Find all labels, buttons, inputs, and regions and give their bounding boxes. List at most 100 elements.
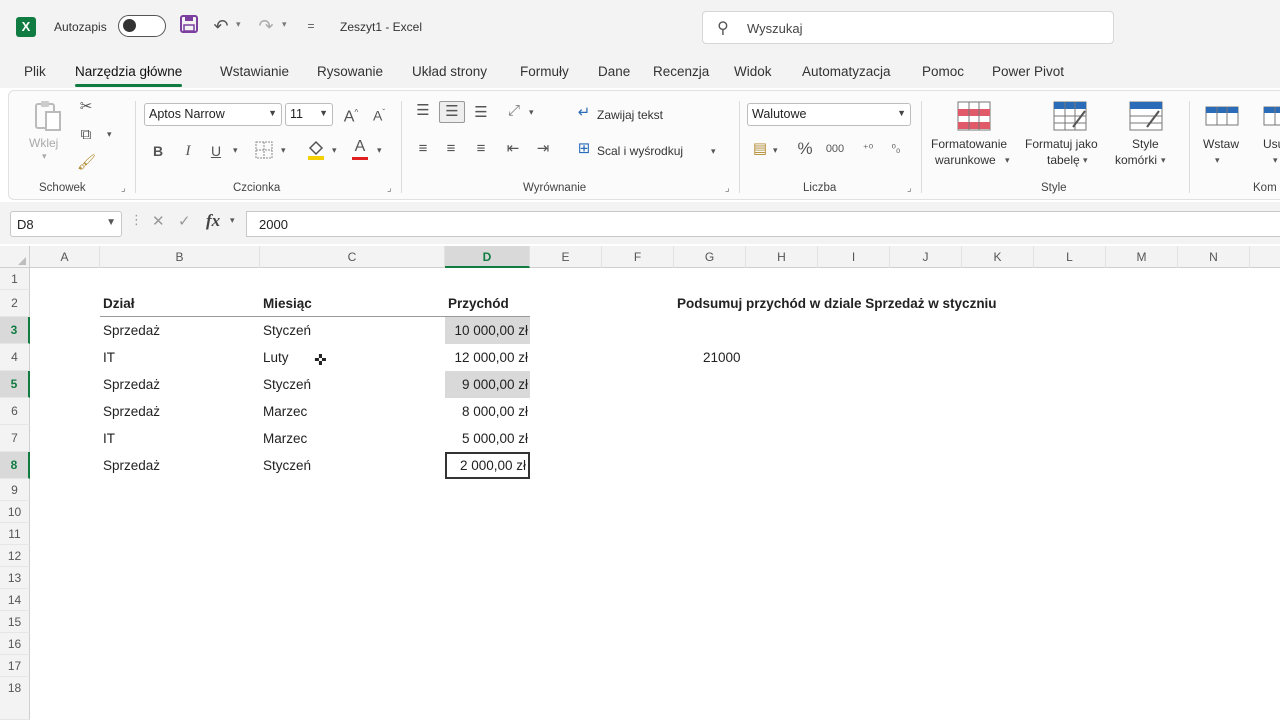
format-as-table-label-2[interactable]: tabelę bbox=[1047, 153, 1080, 167]
row-header-12[interactable]: 12 bbox=[0, 545, 30, 567]
tab-power-pivot[interactable]: Power Pivot bbox=[992, 64, 1064, 79]
format-as-table-icon[interactable] bbox=[1053, 101, 1087, 131]
tab-help[interactable]: Pomoc bbox=[922, 64, 964, 79]
merge-center-icon[interactable]: ⊞ bbox=[575, 139, 593, 161]
increase-indent-icon[interactable]: ⇥ bbox=[533, 139, 553, 161]
font-color-icon[interactable]: A bbox=[349, 137, 371, 160]
font-launcher-icon[interactable]: ⌟ bbox=[387, 183, 392, 194]
row-header-13[interactable]: 13 bbox=[0, 567, 30, 589]
wrap-text-icon[interactable]: ↵ bbox=[575, 103, 593, 125]
autosave-toggle[interactable] bbox=[118, 15, 166, 37]
accounting-format-icon[interactable]: ▤ bbox=[749, 139, 771, 161]
increase-decimal-icon[interactable]: ⁺⁰ bbox=[857, 139, 879, 161]
row-header-9[interactable]: 9 bbox=[0, 479, 30, 501]
cell-b5[interactable]: Sprzedaż bbox=[103, 371, 160, 398]
wrap-text-button[interactable]: Zawijaj tekst bbox=[597, 108, 663, 122]
customize-qat-icon[interactable]: = bbox=[300, 14, 322, 38]
tab-view[interactable]: Widok bbox=[734, 64, 772, 79]
tab-automate[interactable]: Automatyzacja bbox=[802, 64, 891, 79]
cell-b8[interactable]: Sprzedaż bbox=[103, 452, 160, 479]
header-cell-miesiac[interactable]: Miesiąc bbox=[263, 290, 312, 317]
borders-icon[interactable] bbox=[253, 141, 275, 163]
align-center-icon[interactable]: ≡ bbox=[441, 139, 461, 161]
row-header-4[interactable]: 4 bbox=[0, 344, 30, 371]
worksheet-grid[interactable]: A B C D E F G H I J K L M N 1 2 3 4 5 6 … bbox=[0, 246, 1280, 720]
tab-page-layout[interactable]: Układ strony bbox=[412, 64, 487, 79]
cell-d5[interactable]: 9 000,00 zł bbox=[445, 371, 530, 398]
tab-data[interactable]: Dane bbox=[598, 64, 630, 79]
tab-draw[interactable]: Rysowanie bbox=[317, 64, 383, 79]
save-icon[interactable] bbox=[178, 14, 200, 38]
column-header-j[interactable]: J bbox=[890, 246, 962, 268]
cell-d6[interactable]: 8 000,00 zł bbox=[445, 398, 530, 425]
select-all-button[interactable] bbox=[0, 246, 30, 268]
delete-cells-label[interactable]: Usu bbox=[1263, 137, 1280, 151]
row-header-8[interactable]: 8 bbox=[0, 452, 30, 479]
header-cell-dzial[interactable]: Dział bbox=[103, 290, 135, 317]
number-launcher-icon[interactable]: ⌟ bbox=[907, 183, 912, 194]
column-header-e[interactable]: E bbox=[530, 246, 602, 268]
underline-button[interactable]: U bbox=[207, 141, 225, 163]
borders-dropdown-icon[interactable]: ▾ bbox=[281, 145, 286, 156]
decrease-decimal-icon[interactable]: ⁰₀ bbox=[885, 139, 907, 161]
thousands-separator-button[interactable]: 000 bbox=[823, 139, 847, 161]
row-header-14[interactable]: 14 bbox=[0, 589, 30, 611]
row-header-15[interactable]: 15 bbox=[0, 611, 30, 633]
row-header-10[interactable]: 10 bbox=[0, 501, 30, 523]
cell-styles-icon[interactable] bbox=[1129, 101, 1163, 131]
format-painter-icon[interactable]: 🖌 bbox=[77, 153, 96, 175]
cell-c5[interactable]: Styczeń bbox=[263, 371, 311, 398]
fill-color-icon[interactable] bbox=[305, 139, 327, 161]
column-header-m[interactable]: M bbox=[1106, 246, 1178, 268]
paste-label[interactable]: Wklej bbox=[29, 136, 58, 150]
cell-d8-active[interactable]: 2 000,00 zł bbox=[445, 452, 530, 479]
align-middle-icon[interactable]: ☰ bbox=[439, 101, 465, 123]
format-as-table-dropdown-icon[interactable]: ▾ bbox=[1083, 155, 1088, 166]
question-cell[interactable]: Podsumuj przychód w dziale Sprzedaż w st… bbox=[677, 290, 997, 317]
insert-cells-label[interactable]: Wstaw bbox=[1203, 137, 1239, 151]
undo-icon[interactable]: ↶ bbox=[210, 14, 232, 38]
align-left-icon[interactable]: ≡ bbox=[413, 139, 433, 161]
tab-home[interactable]: Narzędzia główne bbox=[75, 64, 183, 87]
paste-icon[interactable] bbox=[31, 99, 65, 135]
number-format-dropdown[interactable]: Walutowe ▼ bbox=[747, 103, 911, 126]
column-header-g[interactable]: G bbox=[674, 246, 746, 268]
column-header-h[interactable]: H bbox=[746, 246, 818, 268]
column-header-d[interactable]: D bbox=[445, 246, 530, 268]
cell-styles-dropdown-icon[interactable]: ▾ bbox=[1161, 155, 1166, 166]
tab-insert[interactable]: Wstawianie bbox=[220, 64, 289, 79]
row-header-2[interactable]: 2 bbox=[0, 290, 30, 317]
column-header-f[interactable]: F bbox=[602, 246, 674, 268]
conditional-formatting-icon[interactable] bbox=[957, 101, 991, 131]
column-header-b[interactable]: B bbox=[100, 246, 260, 268]
cell-c6[interactable]: Marzec bbox=[263, 398, 307, 425]
row-header-5[interactable]: 5 bbox=[0, 371, 30, 398]
cell-b7[interactable]: IT bbox=[103, 425, 115, 452]
cell-c7[interactable]: Marzec bbox=[263, 425, 307, 452]
cell-d3[interactable]: 10 000,00 zł bbox=[445, 317, 530, 344]
row-header-11[interactable]: 11 bbox=[0, 523, 30, 545]
redo-dropdown-icon[interactable]: ▾ bbox=[282, 19, 287, 30]
shrink-font-icon[interactable]: Aˇ bbox=[369, 103, 389, 125]
merge-dropdown-icon[interactable]: ▾ bbox=[711, 146, 716, 157]
column-header-i[interactable]: I bbox=[818, 246, 890, 268]
row-header-18[interactable]: 18 bbox=[0, 677, 30, 720]
undo-dropdown-icon[interactable]: ▾ bbox=[236, 19, 241, 30]
formula-input[interactable]: 2000 bbox=[246, 211, 1280, 237]
cell-c3[interactable]: Styczeń bbox=[263, 317, 311, 344]
row-header-7[interactable]: 7 bbox=[0, 425, 30, 452]
copy-dropdown-icon[interactable]: ▾ bbox=[107, 129, 112, 140]
percent-button[interactable]: % bbox=[795, 139, 815, 161]
column-header-l[interactable]: L bbox=[1034, 246, 1106, 268]
delete-cells-icon[interactable] bbox=[1263, 101, 1280, 131]
decrease-indent-icon[interactable]: ⇤ bbox=[503, 139, 523, 161]
name-box[interactable]: D8 ▼ bbox=[10, 211, 122, 237]
search-input[interactable] bbox=[747, 18, 1087, 38]
column-header-a[interactable]: A bbox=[30, 246, 100, 268]
grow-font-icon[interactable]: A^ bbox=[341, 103, 361, 125]
font-color-dropdown-icon[interactable]: ▾ bbox=[377, 145, 382, 156]
orientation-icon[interactable]: ⤢ bbox=[503, 101, 525, 123]
conditional-formatting-label-1[interactable]: Formatowanie bbox=[931, 137, 1007, 151]
cell-d4[interactable]: 12 000,00 zł bbox=[445, 344, 530, 371]
copy-icon[interactable]: ⧉ bbox=[77, 125, 95, 147]
